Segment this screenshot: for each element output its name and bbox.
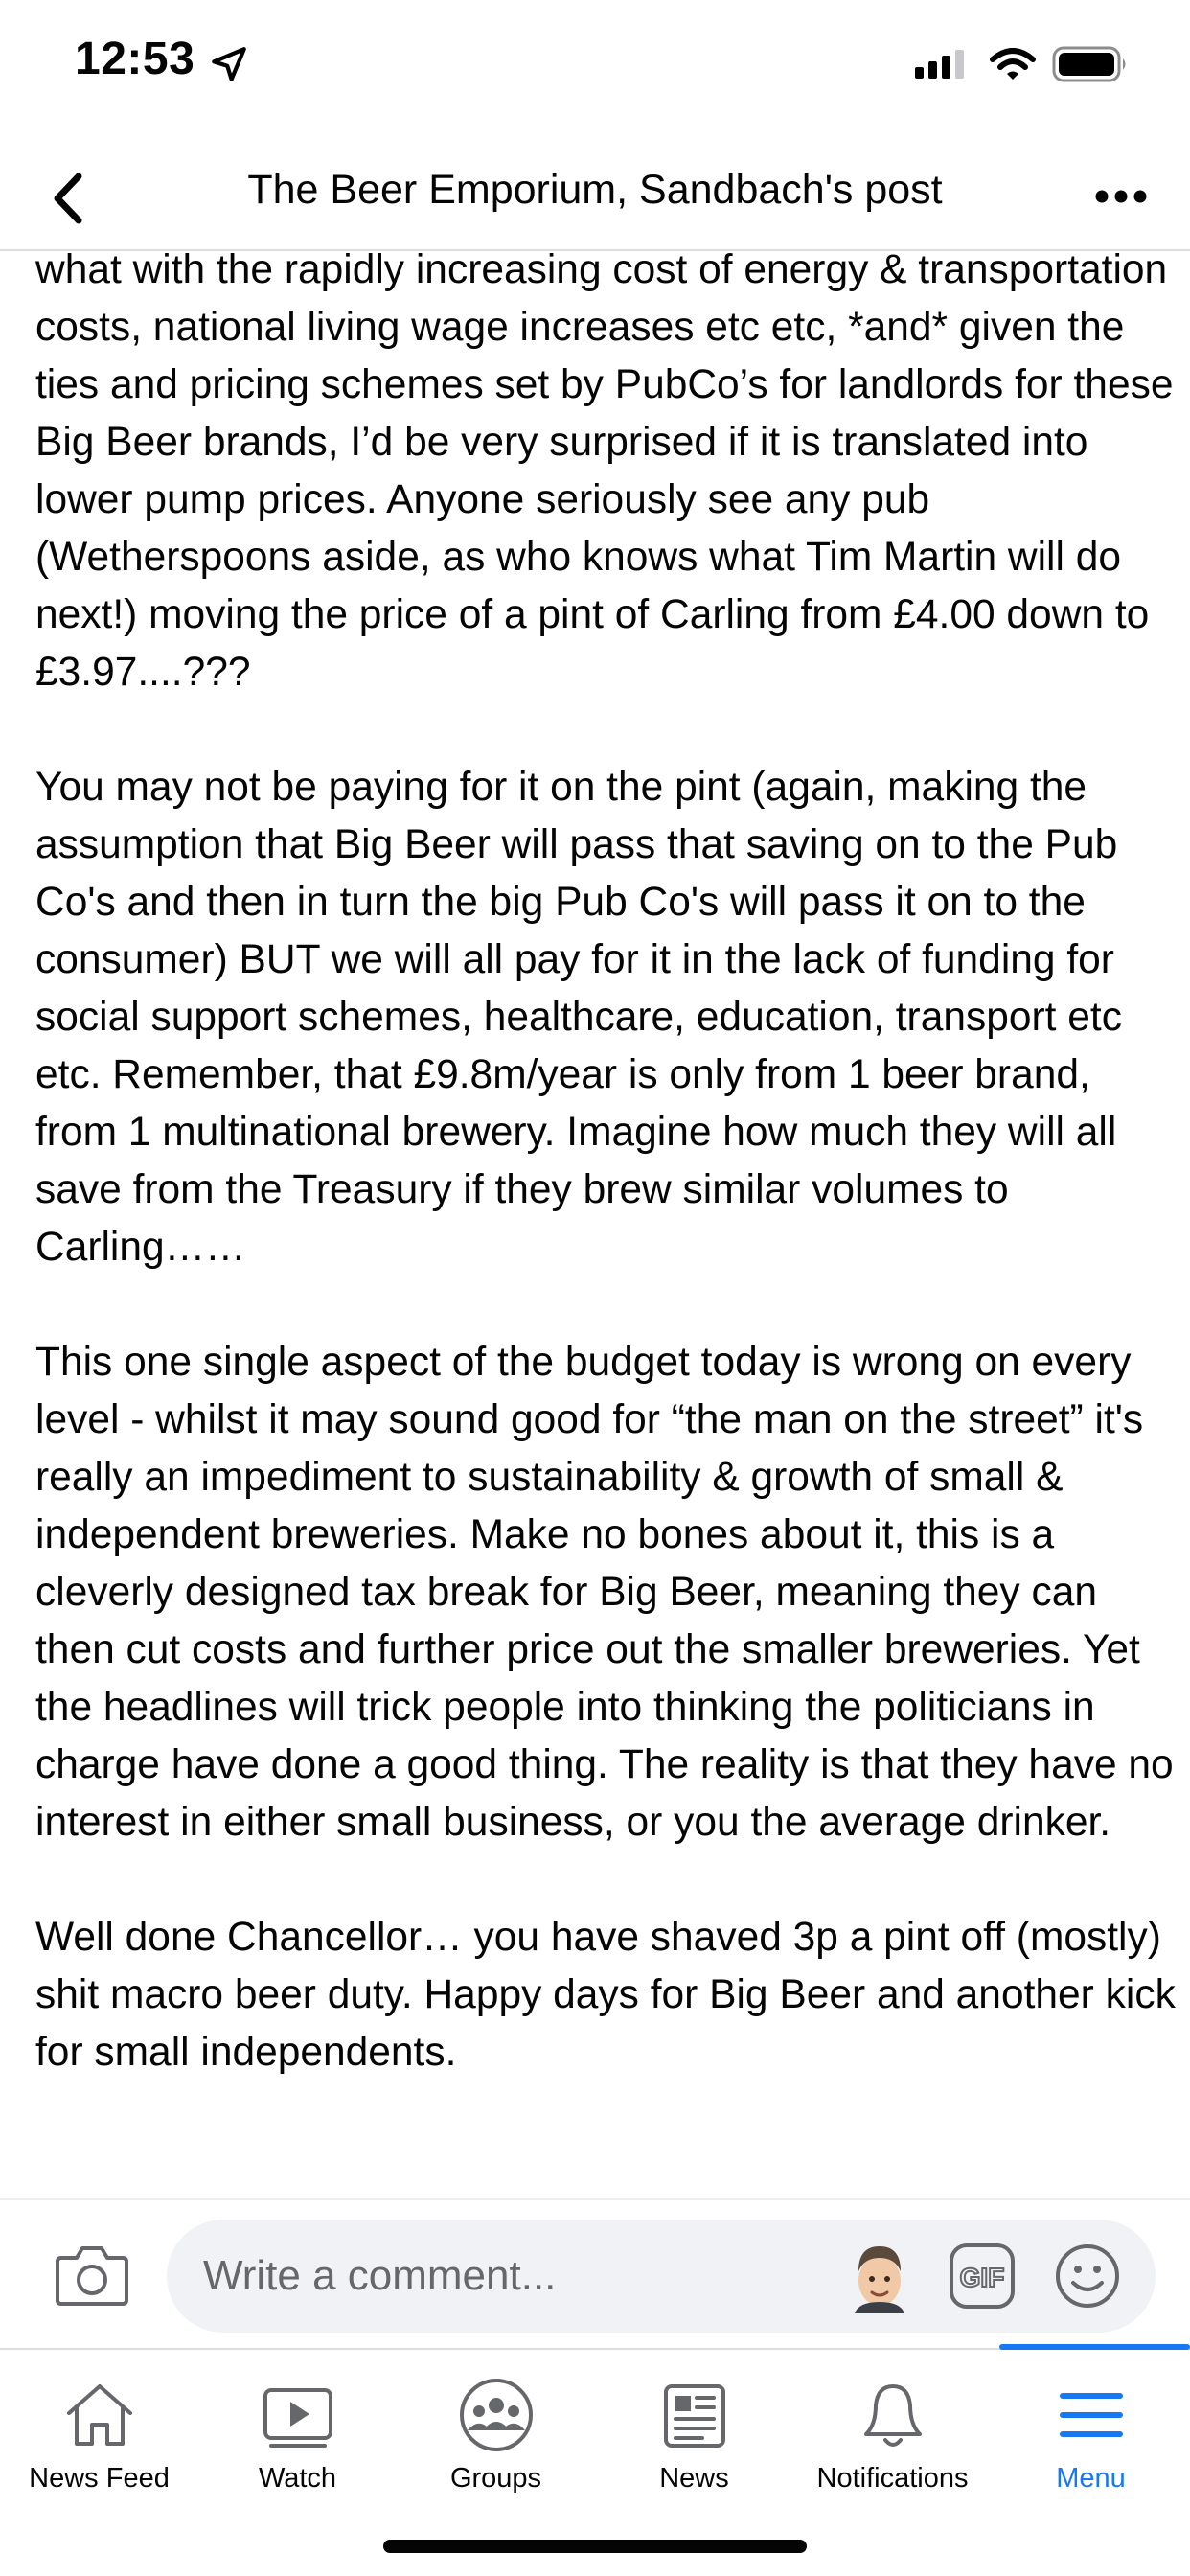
status-bar: 12:53 [0,0,1190,134]
post-paragraph: This one single aspect of the budget tod… [35,1340,1174,1845]
news-icon [663,2384,725,2448]
post-body: what with the rapidly increasing cost of… [0,251,1190,2198]
home-indicator[interactable] [383,2540,807,2553]
tab-label: Groups [449,2463,542,2494]
app-root: 12:53 The Beer Emporium, Sandbach's post [0,0,1190,2576]
bell-icon [863,2384,922,2447]
tab-label: Notifications [816,2463,969,2494]
tab-label: News Feed [29,2463,170,2494]
tab-news-feed[interactable]: News Feed [0,2350,198,2503]
home-icon [66,2384,132,2446]
watch-icon [263,2388,332,2448]
wifi-icon [990,48,1036,80]
comment-composer: GIF [0,2198,1190,2348]
tab-label: News [659,2463,729,2494]
tab-news[interactable]: News [595,2350,793,2503]
post-text: what with the rapidly increasing cost of… [35,251,1176,2139]
cellular-signal-icon [915,50,964,79]
tab-groups[interactable]: Groups [397,2350,595,2503]
tab-menu[interactable]: Menu [992,2350,1190,2503]
battery-icon [1052,46,1126,82]
tab-notifications[interactable]: Notifications [793,2350,992,2503]
post-paragraph: You may not be paying for it on the pint… [35,765,1122,1270]
svg-text:GIF: GIF [960,2263,1005,2292]
back-chevron-icon[interactable] [44,165,92,232]
location-arrow-icon [212,47,246,81]
more-options-icon[interactable] [1092,182,1150,211]
tab-label: Watch [258,2463,337,2494]
status-time: 12:53 [75,34,195,84]
camera-icon[interactable] [54,2241,130,2310]
post-paragraph: what with the rapidly increasing cost of… [35,251,1174,695]
nav-header: The Beer Emporium, Sandbach's post [0,144,1190,251]
menu-icon [1059,2393,1123,2437]
groups-icon [459,2379,533,2451]
tab-label: Menu [1056,2463,1126,2494]
avatar-sticker-icon[interactable] [847,2239,912,2313]
post-paragraph: Well done Chancellor… you have shaved 3p… [35,1915,1176,2075]
emoji-icon[interactable] [1054,2242,1121,2310]
tab-watch[interactable]: Watch [198,2350,397,2503]
gif-icon[interactable]: GIF [949,2242,1016,2310]
page-title: The Beer Emporium, Sandbach's post [247,167,943,213]
